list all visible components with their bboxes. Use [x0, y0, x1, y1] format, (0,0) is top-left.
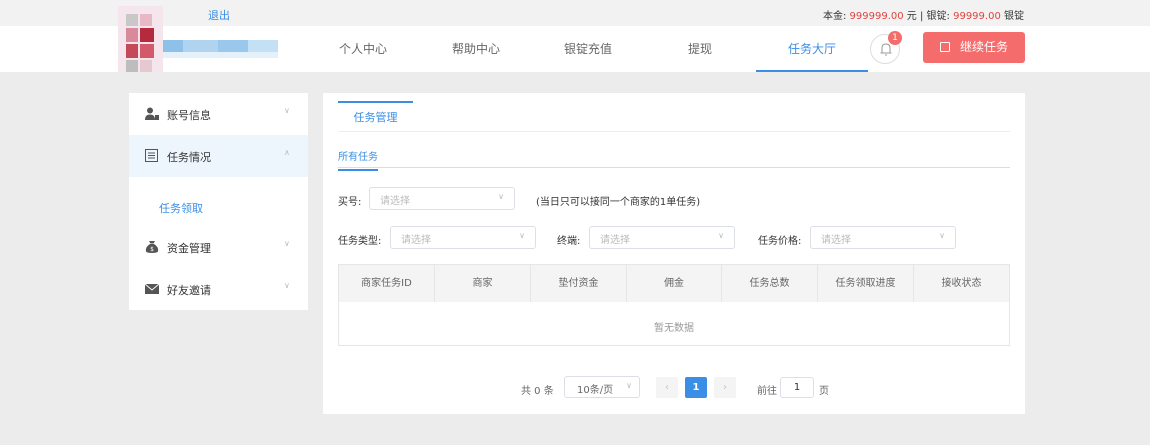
- nav-task-hall[interactable]: 任务大厅: [756, 26, 868, 72]
- chevron-right-icon: ›: [723, 382, 727, 393]
- notification-badge: 1: [888, 31, 902, 45]
- sidebar-item-fund-management[interactable]: $ 资金管理 ∨: [129, 226, 308, 268]
- svg-text:$: $: [150, 246, 154, 253]
- task-type-select[interactable]: 请选择 ∨: [390, 226, 536, 249]
- pagination-total: 共 0 条: [521, 386, 554, 397]
- task-limit-note: (当日只可以接同一个商家的1单任务): [536, 197, 701, 208]
- nav-ingot-recharge[interactable]: 银锭充值: [550, 26, 626, 72]
- chevron-down-icon: ∨: [718, 231, 724, 240]
- nav-help-center[interactable]: 帮助中心: [437, 26, 515, 72]
- column-header: 商家: [435, 265, 531, 302]
- chevron-up-icon: ∧: [284, 148, 290, 157]
- empty-message: 暂无数据: [654, 323, 694, 334]
- page-number-button[interactable]: 1: [685, 377, 707, 398]
- header-nav: 个人中心 帮助中心 银锭充值 提现 任务大厅 1 继续任务: [0, 6, 1150, 72]
- sidebar-item-task-status[interactable]: 任务情况 ∧: [129, 135, 308, 177]
- page-size-select[interactable]: 10条/页 ∨: [564, 376, 640, 398]
- task-table: 商家任务ID 商家 垫付资金 佣金 任务总数 任务领取进度 接收状态 暂无数据: [338, 264, 1010, 346]
- chevron-down-icon: ∨: [284, 281, 290, 290]
- user-icon: [145, 107, 159, 120]
- page-unit-label: 页: [819, 386, 829, 397]
- next-page-button[interactable]: ›: [714, 377, 736, 398]
- tab-divider: [338, 131, 1010, 132]
- main-panel: 任务管理 所有任务 买号: 请选择 ∨ (当日只可以接同一个商家的1单任务) 任…: [323, 93, 1025, 414]
- chevron-down-icon: ∨: [939, 231, 945, 240]
- balance-display: 本金: 999999.00 元 | 银锭: 99999.00 银锭: [822, 11, 1024, 22]
- column-header: 接收状态: [941, 278, 982, 289]
- chevron-down-icon: ∨: [284, 239, 290, 248]
- column-header: 垫付资金: [531, 265, 627, 302]
- list-icon: [145, 149, 158, 162]
- site-logo[interactable]: [118, 6, 283, 72]
- tab-task-management[interactable]: 任务管理: [338, 101, 413, 131]
- terminal-label: 终端:: [557, 236, 581, 247]
- sidebar: 账号信息 ∨ 任务情况 ∧ 任务领取 $ 资金管理 ∨ 好友邀请 ∨: [129, 93, 308, 310]
- task-type-label: 任务类型:: [338, 236, 382, 247]
- column-header: 任务领取进度: [818, 265, 914, 302]
- chevron-left-icon: ‹: [665, 382, 669, 393]
- column-header: 任务总数: [722, 265, 818, 302]
- buyer-label: 买号:: [338, 197, 362, 208]
- goto-page-input[interactable]: 1: [780, 377, 814, 398]
- buyer-select[interactable]: 请选择 ∨: [369, 187, 515, 210]
- ingot-value: 99999.00: [953, 11, 1001, 22]
- table-header: 商家任务ID 商家 垫付资金 佣金 任务总数 任务领取进度 接收状态: [339, 265, 1009, 302]
- subtab-divider: [338, 167, 1010, 168]
- chevron-down-icon: ∨: [284, 106, 290, 115]
- nav-withdraw[interactable]: 提现: [670, 26, 730, 72]
- terminal-select[interactable]: 请选择 ∨: [589, 226, 735, 249]
- price-select[interactable]: 请选择 ∨: [810, 226, 956, 249]
- chevron-down-icon: ∨: [498, 192, 504, 201]
- logout-link[interactable]: 退出: [208, 7, 230, 23]
- goto-label: 前往: [757, 386, 777, 397]
- column-header: 佣金: [627, 265, 722, 302]
- chevron-down-icon: ∨: [626, 381, 632, 390]
- calendar-icon: [939, 42, 950, 52]
- column-header: 商家任务ID: [339, 265, 435, 302]
- top-bar: 退出 本金: 999999.00 元 | 银锭: 99999.00 银锭: [0, 0, 1150, 26]
- money-bag-icon: $: [145, 241, 159, 253]
- sidebar-item-account-info[interactable]: 账号信息 ∨: [129, 93, 308, 135]
- prev-page-button[interactable]: ‹: [656, 377, 678, 398]
- envelope-icon: [145, 283, 159, 294]
- nav-personal-center[interactable]: 个人中心: [325, 26, 401, 72]
- continue-task-button[interactable]: 继续任务: [923, 32, 1025, 63]
- principal-value: 999999.00: [849, 11, 904, 22]
- sidebar-item-friend-invite[interactable]: 好友邀请 ∨: [129, 268, 308, 310]
- price-label: 任务价格:: [758, 236, 802, 247]
- sidebar-subitem-task-receive[interactable]: 任务领取: [159, 200, 203, 216]
- chevron-down-icon: ∨: [519, 231, 525, 240]
